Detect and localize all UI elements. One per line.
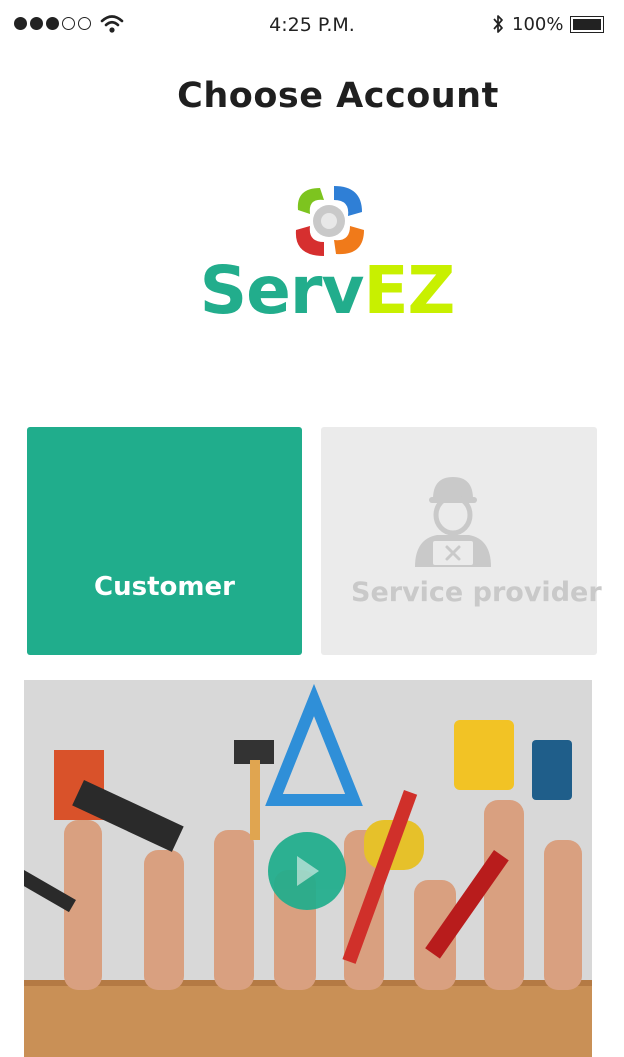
page-title: Choose Account: [177, 76, 499, 116]
service-provider-account-button[interactable]: Service provider: [321, 427, 602, 655]
battery-percent: 100%: [512, 14, 564, 35]
servez-logo-wordmark: ServEZ: [0, 252, 624, 329]
battery-fill: [573, 19, 601, 30]
bluetooth-icon: [493, 15, 503, 33]
customer-account-button[interactable]: Customer: [27, 427, 302, 655]
play-icon: [297, 856, 319, 886]
service-provider-avatar-icon: [415, 477, 491, 567]
customer-label: Customer: [94, 572, 235, 602]
intro-video[interactable]: [24, 680, 592, 1057]
battery-icon: [570, 16, 604, 33]
play-video-button[interactable]: [268, 832, 346, 910]
service-provider-label: Service provider: [351, 577, 602, 608]
status-bar: 4:25 P.M. 100%: [0, 0, 624, 50]
logo-word-serv: Serv: [199, 252, 365, 329]
servez-logo-icon: [295, 186, 364, 256]
logo-word-ez: EZ: [363, 252, 455, 329]
